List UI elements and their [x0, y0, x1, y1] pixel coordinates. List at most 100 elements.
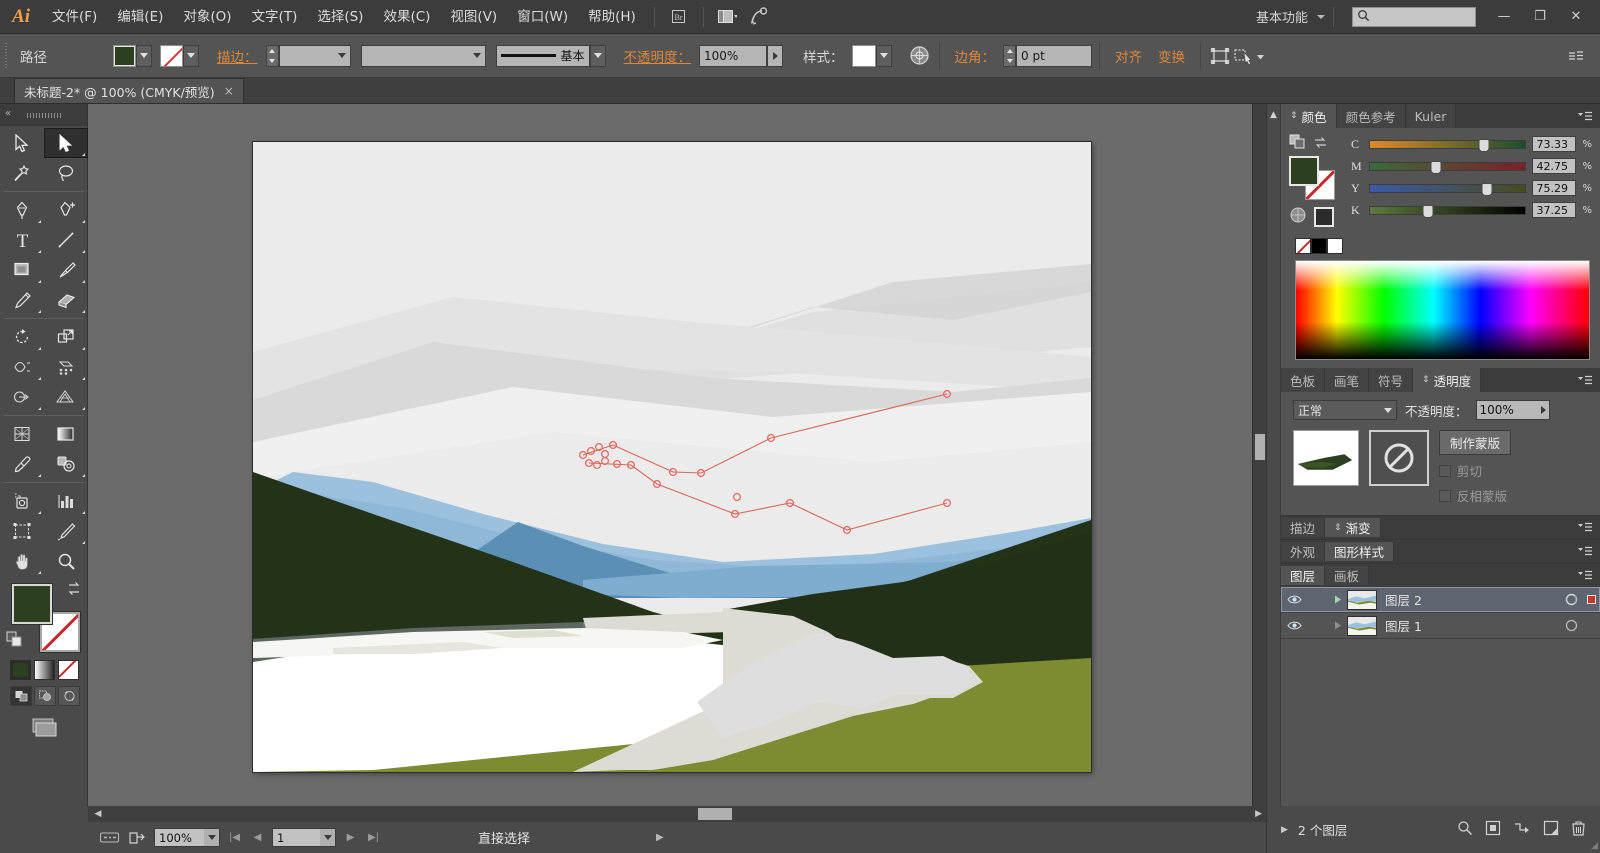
align-button[interactable]: 对齐: [1107, 46, 1150, 66]
tool-flyout-indicator[interactable]: [38, 474, 41, 477]
tool-flyout-indicator[interactable]: [82, 250, 85, 253]
tab-kuler[interactable]: Kuler: [1405, 104, 1457, 128]
first-artboard-button[interactable]: |◀: [226, 828, 243, 847]
transform-button[interactable]: 变换: [1150, 46, 1193, 66]
default-fill-stroke-icon[interactable]: [6, 631, 23, 652]
tool-flyout-indicator[interactable]: [38, 347, 41, 350]
layer-visibility-icon[interactable]: [1281, 594, 1307, 605]
canvas-horizontal-scrollbar[interactable]: ◀ ▶: [88, 806, 1266, 822]
shape-builder-tool[interactable]: [0, 382, 44, 412]
value-field-k[interactable]: 37.25: [1532, 202, 1577, 218]
slider-track-m[interactable]: [1369, 160, 1527, 174]
graphic-style-dropdown-button[interactable]: [875, 44, 892, 67]
stroke-profile-combo[interactable]: [360, 44, 486, 67]
artboard-number-field[interactable]: 1: [272, 828, 336, 847]
stroke-weight-combo[interactable]: [278, 44, 351, 67]
last-color-swatch[interactable]: [1314, 207, 1334, 227]
layer-target-icon[interactable]: [1560, 593, 1582, 606]
tool-flyout-indicator[interactable]: [82, 220, 85, 223]
invert-mask-checkbox[interactable]: [1439, 489, 1451, 502]
menu-object[interactable]: 对象(O): [173, 0, 241, 34]
mesh-tool[interactable]: [0, 419, 44, 449]
stroke-weight-stepper[interactable]: [265, 44, 279, 67]
tool-flyout-indicator[interactable]: [82, 310, 85, 313]
lasso-tool[interactable]: [44, 158, 88, 188]
last-artboard-button[interactable]: ▶|: [365, 828, 382, 847]
arrange-icon[interactable]: [98, 828, 120, 848]
status-menu-icon[interactable]: ▶: [656, 832, 664, 843]
width-tool[interactable]: [0, 352, 44, 382]
panel-menu-icon[interactable]: [1570, 368, 1600, 392]
next-artboard-button[interactable]: ▶: [342, 828, 359, 847]
tool-flyout-indicator[interactable]: [82, 280, 85, 283]
document-tab[interactable]: 未标题-2* @ 100% (CMYK/预览) ×: [14, 78, 244, 103]
close-button[interactable]: ✕: [1558, 4, 1594, 30]
swatch-none[interactable]: [1295, 238, 1311, 254]
tool-flyout-indicator[interactable]: [38, 377, 41, 380]
layers-footer-arrow[interactable]: ▶: [1281, 825, 1288, 835]
expand-panels-icon[interactable]: ▲: [1267, 110, 1280, 120]
slider-knob-y[interactable]: [1481, 182, 1493, 196]
rectangle-tool[interactable]: [0, 255, 44, 285]
corner-stepper[interactable]: [1003, 44, 1016, 67]
export-icon[interactable]: [126, 828, 148, 848]
draw-normal-button[interactable]: [10, 686, 32, 706]
eyedropper-tool[interactable]: [0, 449, 44, 479]
direct-selection-tool[interactable]: [44, 128, 88, 158]
recolor-artwork-icon[interactable]: [908, 44, 932, 68]
tool-flyout-indicator[interactable]: [82, 377, 85, 380]
tab-transparency[interactable]: ⇕ 透明度: [1413, 368, 1482, 392]
tool-flyout-indicator[interactable]: [82, 153, 85, 156]
transparency-opacity-field[interactable]: 100%: [1475, 400, 1550, 420]
panel-menu-icon[interactable]: [1570, 522, 1600, 533]
tab-symbols[interactable]: 符号: [1369, 368, 1414, 392]
menu-select[interactable]: 选择(S): [307, 0, 373, 34]
stroke-color-control[interactable]: [160, 44, 199, 67]
swap-fill-stroke-icon[interactable]: [1313, 135, 1329, 154]
opacity-flyout-icon[interactable]: [1540, 406, 1546, 414]
panel-toggle-icon[interactable]: ⇕: [1334, 523, 1342, 533]
color-mode-icon[interactable]: [1289, 206, 1307, 228]
free-transform-tool[interactable]: [44, 352, 88, 382]
locate-object-icon[interactable]: [1457, 820, 1473, 840]
stroke-weight-label[interactable]: 描边：: [209, 46, 266, 66]
slider-knob-c[interactable]: [1478, 138, 1490, 152]
preferences-icon[interactable]: [747, 6, 773, 28]
scale-tool[interactable]: [44, 322, 88, 352]
tab-gradient[interactable]: ⇕ 渐变: [1325, 518, 1381, 537]
chevron-down-icon[interactable]: [468, 45, 485, 66]
none-fill-mode-button[interactable]: [58, 660, 79, 680]
tab-color[interactable]: ⇕ 颜色: [1281, 104, 1337, 128]
tool-flyout-indicator[interactable]: [38, 280, 41, 283]
tool-flyout-indicator[interactable]: [82, 541, 85, 544]
clip-checkbox-row[interactable]: 剪切: [1439, 461, 1511, 480]
tab-color-guide[interactable]: 颜色参考: [1336, 104, 1406, 128]
table-row[interactable]: 图层 1: [1281, 613, 1600, 639]
magic-wand-tool[interactable]: [0, 158, 44, 188]
toolbar-fill-swatch[interactable]: [12, 584, 52, 624]
screen-mode-button[interactable]: [0, 706, 87, 738]
minimize-button[interactable]: —: [1486, 4, 1522, 30]
fill-color-control[interactable]: [113, 44, 152, 67]
add-anchor-point-tool[interactable]: [44, 195, 88, 225]
color-fill-mode-button[interactable]: [10, 660, 31, 680]
arrange-documents-icon[interactable]: [715, 6, 741, 28]
tool-flyout-indicator[interactable]: [38, 571, 41, 574]
color-panel-fill-swatch[interactable]: [1289, 156, 1319, 186]
tool-flyout-indicator[interactable]: [82, 474, 85, 477]
blend-tool[interactable]: [44, 449, 88, 479]
workspace-switcher-label[interactable]: 基本功能: [1250, 7, 1314, 26]
menu-view[interactable]: 视图(V): [440, 0, 507, 34]
layer-name[interactable]: 图层 2: [1377, 590, 1560, 609]
layer-target-icon[interactable]: [1560, 619, 1582, 632]
fill-dropdown-button[interactable]: [136, 44, 152, 67]
make-mask-button[interactable]: 制作蒙版: [1439, 430, 1512, 455]
blob-brush-tool[interactable]: [44, 285, 88, 315]
artboard[interactable]: [253, 142, 1091, 772]
chevron-down-icon[interactable]: [320, 829, 335, 846]
table-row[interactable]: 图层 2: [1281, 587, 1600, 613]
br-icon[interactable]: Br: [666, 6, 692, 28]
tools-panel-header[interactable]: «: [0, 104, 87, 126]
select-similar-icon[interactable]: [1232, 44, 1266, 68]
opacity-flyout-button[interactable]: [767, 44, 783, 67]
